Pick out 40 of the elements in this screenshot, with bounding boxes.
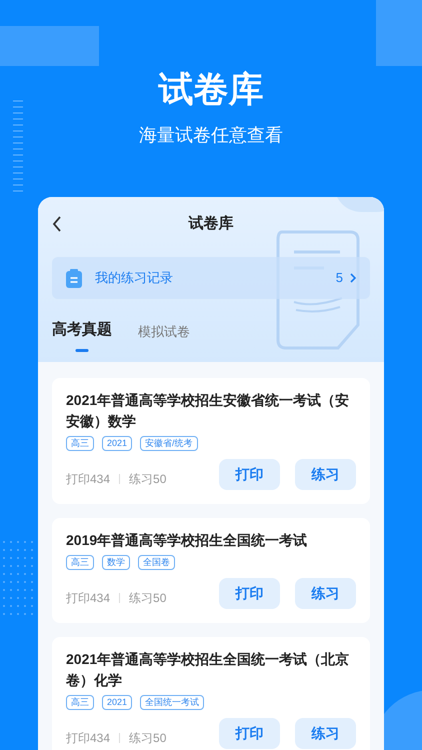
tag: 高三: [66, 554, 94, 570]
action-button[interactable]: 打印: [219, 458, 280, 490]
decoration-block: [376, 0, 422, 66]
print-count: 打印434: [66, 590, 110, 607]
record-count: 5: [336, 269, 343, 288]
tag: 2021: [102, 436, 132, 450]
tag: 2021: [102, 694, 132, 710]
paper-title: 2021年普通高等学校招生安徽省统一考试（安安徽）数学: [66, 390, 350, 431]
hero-subtitle: 海量试卷任意查看: [139, 124, 283, 147]
clipboard-icon: [66, 268, 82, 288]
hero-title: 试卷库: [158, 69, 264, 111]
action-button[interactable]: 练习: [295, 718, 356, 748]
record-label: 我的练习记录: [95, 269, 173, 288]
practice-count: 练习50: [129, 590, 166, 607]
action-button[interactable]: 练习: [295, 578, 356, 608]
paper-title: 2021年普通高等学校招生全国统一考试（北京卷）化学: [66, 650, 350, 690]
paper-card[interactable]: 2021年普通高等学校招生全国统一考试（北京卷）化学 高三 2021 全国统一考试 打印434 练习50 打印 练习: [52, 636, 370, 750]
tag: 安徽省/统考: [140, 436, 198, 450]
tab[interactable]: 模拟试卷: [138, 322, 190, 352]
print-count: 打印434: [66, 730, 110, 747]
back-icon[interactable]: [52, 216, 62, 232]
action-button[interactable]: 打印: [219, 578, 280, 608]
tag: 高三: [66, 436, 94, 450]
practice-count: 练习50: [129, 730, 166, 747]
tag: 高三: [66, 694, 94, 710]
paper-card[interactable]: 2019年普通高等学校招生全国统一考试 高三 数学 全国卷 打印434 练习50 打印 练习: [52, 518, 370, 622]
tab-indicator: [76, 348, 88, 352]
tag: 全国卷: [138, 554, 175, 570]
tag: 全国统一考试: [140, 694, 204, 710]
tab[interactable]: 高考真题: [52, 319, 112, 352]
paper-title: 2019年普通高等学校招生全国统一考试: [66, 530, 308, 550]
chevron-right-icon: [350, 273, 356, 283]
print-count: 打印434: [66, 471, 110, 488]
practice-record-bar[interactable]: 我的练习记录 5: [52, 257, 370, 299]
paper-card[interactable]: 2021年普通高等学校招生安徽省统一考试（安安徽）数学 高三 2021 安徽省/统考 打印434 练习50 打印 练习: [52, 378, 370, 504]
action-button[interactable]: 打印: [219, 718, 280, 748]
tag: 数学: [102, 554, 130, 570]
practice-count: 练习50: [129, 471, 166, 488]
action-button[interactable]: 练习: [295, 458, 356, 490]
screen-title: 试卷库: [188, 214, 234, 234]
